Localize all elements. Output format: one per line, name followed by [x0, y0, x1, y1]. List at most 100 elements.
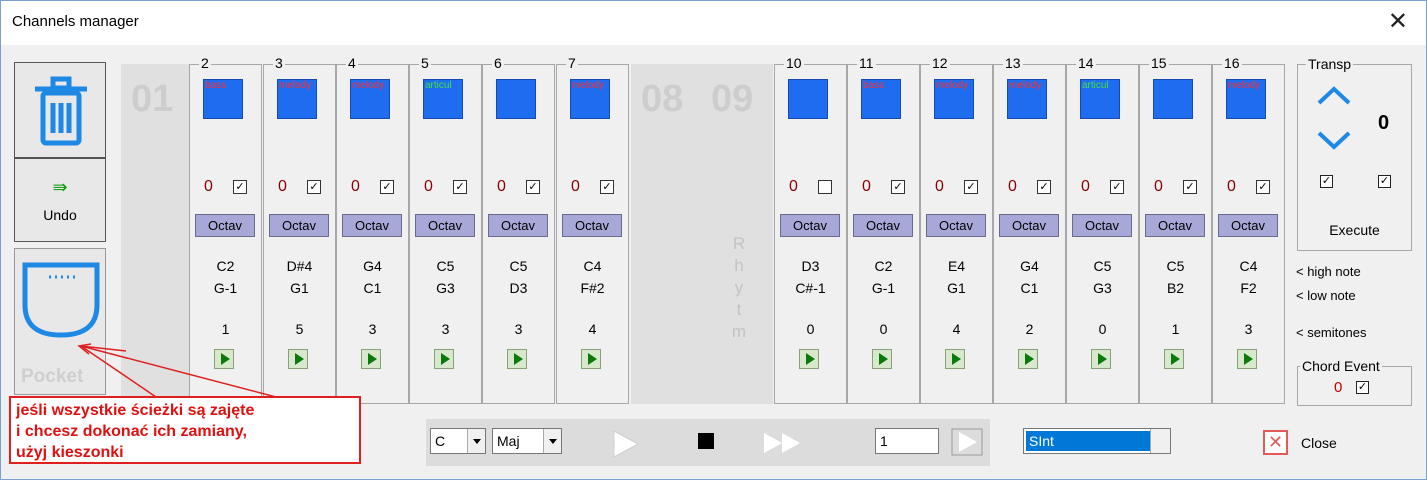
low-note: G-1	[871, 280, 896, 296]
play-channel-icon[interactable]	[434, 349, 454, 369]
channel-checkbox[interactable]: ✓	[380, 180, 394, 194]
channel-checkbox[interactable]: ✓	[1183, 180, 1197, 194]
semitones-value: 3	[1244, 321, 1253, 337]
channel-strip: 16 melody 0 ✓ Octav C4 F2 3	[1212, 55, 1285, 404]
guitar-icon[interactable]: melody	[1226, 79, 1266, 119]
stop-icon[interactable]	[696, 431, 716, 451]
guitar-icon[interactable]	[496, 79, 536, 119]
step-forward-icon[interactable]	[951, 428, 983, 456]
legend-low-note: < low note	[1296, 288, 1356, 303]
chevron-down-icon	[467, 429, 485, 453]
channel-checkbox[interactable]: ✓	[1037, 180, 1051, 194]
semitones-value: 3	[441, 321, 450, 337]
channel-checkbox[interactable]: ✓	[1110, 180, 1124, 194]
play-channel-icon[interactable]	[1018, 349, 1038, 369]
high-note: C5	[1166, 258, 1185, 274]
octav-button[interactable]: Octav	[999, 214, 1059, 237]
channel-checkbox[interactable]: ✓	[964, 180, 978, 194]
annotation-box: jeśli wszystkie ścieżki są zajęte i chce…	[9, 396, 361, 464]
octav-button[interactable]: Octav	[780, 214, 840, 237]
instrument-tag: melody	[1228, 80, 1261, 91]
chevron-down-icon	[543, 429, 561, 453]
octav-button[interactable]: Octav	[853, 214, 913, 237]
channel-checkbox[interactable]	[818, 180, 832, 194]
octav-button[interactable]: Octav	[562, 214, 622, 237]
close-button[interactable]: ✕ Close	[1263, 430, 1353, 456]
octav-button[interactable]: Octav	[488, 214, 548, 237]
semitones-value: 0	[1098, 321, 1107, 337]
chord-event-zero: 0	[1334, 379, 1343, 396]
guitar-icon[interactable]: melody	[1007, 79, 1047, 119]
fast-forward-icon[interactable]	[762, 431, 802, 455]
semitones-value: 2	[1025, 321, 1034, 337]
channel-08-number: 08	[641, 78, 684, 120]
play-channel-icon[interactable]	[1164, 349, 1184, 369]
guitar-icon[interactable]: melody	[934, 79, 974, 119]
channel-checkbox[interactable]: ✓	[600, 180, 614, 194]
transpose-down-icon[interactable]	[1316, 129, 1352, 151]
octav-button[interactable]: Octav	[1218, 214, 1278, 237]
instrument-tag: melody	[936, 80, 969, 91]
channel-checkbox[interactable]: ✓	[526, 180, 540, 194]
play-channel-icon[interactable]	[581, 349, 601, 369]
semitones-value: 1	[1171, 321, 1180, 337]
channel-number: 14	[1076, 55, 1096, 71]
key-select[interactable]: C	[430, 428, 486, 454]
transp-label: Transp	[1306, 56, 1354, 72]
high-note: D3	[801, 258, 820, 274]
execute-button[interactable]: Execute	[1298, 222, 1411, 238]
transp-checkbox-1[interactable]: ✓	[1320, 175, 1333, 188]
annotation-line: użyj kieszonki	[16, 444, 124, 461]
high-note: C2	[874, 258, 893, 274]
channel-zero-value: 0	[862, 178, 871, 195]
transpose-up-icon[interactable]	[1316, 85, 1352, 107]
guitar-icon[interactable]: melody	[570, 79, 610, 119]
octav-button[interactable]: Octav	[926, 214, 986, 237]
window-close-button[interactable]: ✕	[1388, 9, 1408, 35]
play-channel-icon[interactable]	[361, 349, 381, 369]
play-channel-icon[interactable]	[507, 349, 527, 369]
play-channel-icon[interactable]	[799, 349, 819, 369]
high-note: C4	[1239, 258, 1258, 274]
octav-button[interactable]: Octav	[1072, 214, 1132, 237]
drums-icon[interactable]	[788, 79, 828, 119]
play-channel-icon[interactable]	[1091, 349, 1111, 369]
low-note: F#2	[580, 280, 605, 296]
transp-checkbox-2[interactable]: ✓	[1378, 175, 1391, 188]
channel-zero-value: 0	[424, 178, 433, 195]
semitones-value: 0	[879, 321, 888, 337]
rhythm-letter: y	[734, 278, 744, 297]
octav-button[interactable]: Octav	[415, 214, 475, 237]
channel-checkbox[interactable]: ✓	[1256, 180, 1270, 194]
synth-select[interactable]: SInt	[1023, 428, 1171, 454]
channel-strip: 13 melody 0 ✓ Octav G4 C1 2	[993, 55, 1066, 404]
low-note: C1	[1020, 280, 1039, 296]
rhythm-letter: t	[736, 300, 742, 319]
legend-semitones: < semitones	[1296, 325, 1367, 340]
channel-09-number: 09	[711, 78, 754, 120]
articulation-grid-icon[interactable]: articul	[423, 79, 463, 119]
play-icon[interactable]	[611, 429, 641, 459]
play-channel-icon[interactable]	[1237, 349, 1257, 369]
channel-checkbox[interactable]: ✓	[891, 180, 905, 194]
channel-strip: 7 melody 0 ✓ Octav C4 F#2 4	[556, 55, 629, 404]
octav-button[interactable]: Octav	[1145, 214, 1205, 237]
guitar-icon[interactable]	[1153, 79, 1193, 119]
instrument-tag: articul	[425, 80, 452, 91]
play-channel-icon[interactable]	[945, 349, 965, 369]
play-channel-icon[interactable]	[872, 349, 892, 369]
number-input[interactable]: 1	[875, 428, 939, 454]
channel-strip: 10 0 Octav D3 C#-1 0	[774, 55, 847, 404]
transp-group: Transp 0 ✓ ✓ Execute	[1297, 56, 1412, 251]
close-icon: ✕	[1263, 430, 1288, 455]
articulation-grid-icon[interactable]: articul	[1080, 79, 1120, 119]
mode-select[interactable]: Maj	[492, 428, 562, 454]
instrument-tag: articul	[1082, 80, 1109, 91]
bass-instrument-icon[interactable]: bass	[861, 79, 901, 119]
low-note: G1	[947, 280, 966, 296]
channel-checkbox[interactable]: ✓	[453, 180, 467, 194]
channel-number: 11	[857, 55, 876, 71]
high-note: C5	[1093, 258, 1112, 274]
chord-event-checkbox[interactable]: ✓	[1356, 381, 1369, 394]
channel-strip: 15 0 ✓ Octav C5 B2 1	[1139, 55, 1212, 404]
